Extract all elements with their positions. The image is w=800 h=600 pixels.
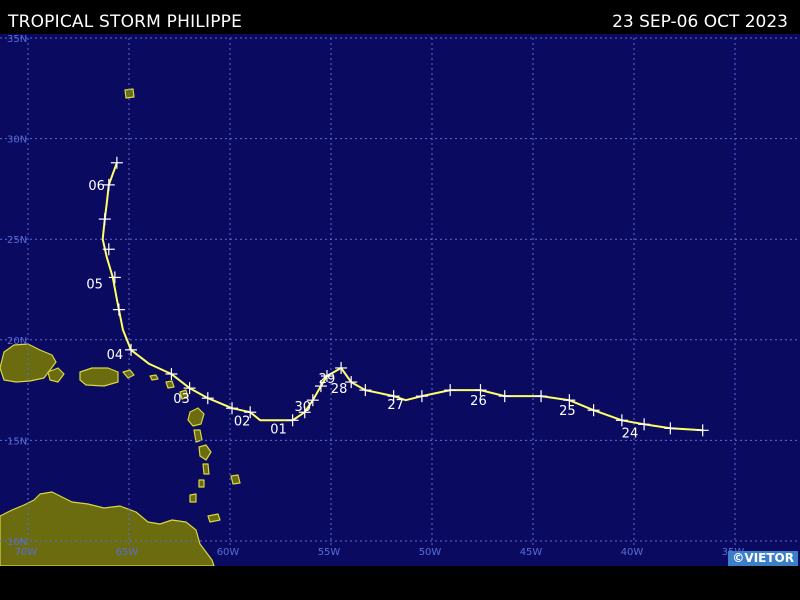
st-lucia-land — [202, 463, 210, 475]
longitude-label: 55W — [318, 547, 341, 558]
day-label: 02 — [234, 414, 251, 429]
latitude-label: 35N — [7, 34, 27, 45]
latitude-label: 15N — [7, 436, 27, 447]
footer-bar — [0, 566, 800, 600]
barbuda-land — [165, 380, 175, 389]
storm-title: TROPICAL STORM PHILIPPE — [8, 12, 243, 32]
day-label: 30 — [294, 400, 311, 415]
date-range: 23 SEP-06 OCT 2023 — [612, 12, 788, 32]
day-label: 03 — [173, 392, 190, 407]
day-label: 26 — [470, 394, 487, 409]
longitude-label: 60W — [217, 547, 240, 558]
grenada-land — [189, 493, 197, 503]
tobago-land — [207, 513, 221, 523]
day-label: 25 — [559, 404, 576, 419]
latitude-label: 20N — [7, 336, 27, 347]
day-label: 01 — [270, 422, 287, 437]
anguilla-land — [149, 374, 159, 381]
latitude-label: 10N — [7, 537, 27, 548]
longitude-label: 50W — [419, 547, 442, 558]
barbados-land — [230, 474, 241, 485]
day-label: 24 — [622, 426, 639, 441]
st-vincent-land — [198, 479, 205, 488]
longitude-label: 40W — [621, 547, 644, 558]
day-label: 27 — [387, 398, 404, 413]
longitude-label: 70W — [15, 547, 38, 558]
day-label: 06 — [88, 179, 105, 194]
ocean — [0, 34, 800, 566]
day-label: 04 — [107, 348, 124, 363]
day-label: 29 — [319, 372, 336, 387]
latitude-label: 25N — [7, 235, 27, 246]
track-map: 70W65W60W55W50W45W40W35W 35N30N25N20N15N… — [0, 34, 800, 566]
latitude-label: 30N — [7, 135, 27, 146]
credit-badge: ©VIETOR — [728, 551, 798, 566]
day-label: 05 — [86, 277, 103, 292]
header-bar: TROPICAL STORM PHILIPPE 23 SEP-06 OCT 20… — [0, 0, 800, 34]
longitude-label: 65W — [116, 547, 139, 558]
puerto-rico-land — [79, 367, 119, 387]
longitude-label: 45W — [520, 547, 543, 558]
